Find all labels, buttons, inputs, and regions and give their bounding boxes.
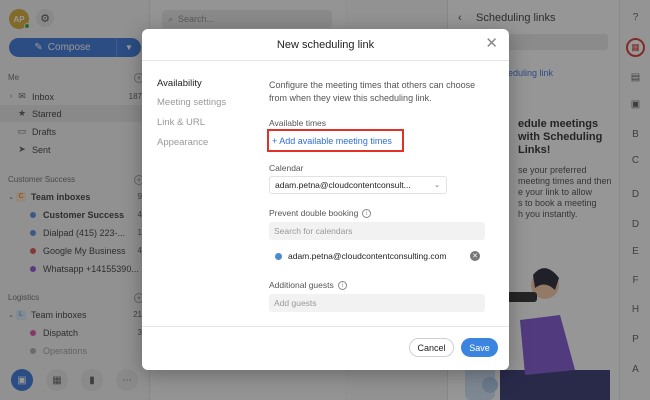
calendar-select[interactable]: adam.petna@cloudcontentconsult... ⌄ bbox=[269, 176, 447, 194]
tab-meeting-settings[interactable]: Meeting settings bbox=[157, 97, 226, 108]
close-icon[interactable]: ✕ bbox=[485, 36, 498, 51]
divider bbox=[142, 326, 509, 327]
tab-availability[interactable]: Availability bbox=[157, 78, 202, 89]
prevent-double-booking-label: Prevent double booking i bbox=[269, 208, 372, 219]
info-icon[interactable]: i bbox=[337, 281, 347, 291]
available-times-label: Available times bbox=[269, 118, 327, 128]
calendar-color-dot bbox=[275, 252, 282, 260]
add-guests-input[interactable]: Add guests bbox=[269, 294, 485, 312]
chevron-down-icon: ⌄ bbox=[434, 182, 440, 189]
selected-calendar-chip: adam.petna@cloudcontentconsulting.com ✕ bbox=[275, 251, 485, 261]
dialog-title: New scheduling link bbox=[276, 39, 375, 51]
tab-appearance[interactable]: Appearance bbox=[157, 137, 208, 148]
additional-guests-label: Additional guests i bbox=[269, 280, 347, 291]
selected-calendar-label: adam.petna@cloudcontentconsulting.com bbox=[288, 251, 447, 261]
calendar-label: Calendar bbox=[269, 163, 304, 173]
add-available-times-link[interactable]: + Add available meeting times bbox=[267, 129, 404, 152]
calendar-value: adam.petna@cloudcontentconsult... bbox=[275, 180, 411, 190]
info-icon[interactable]: i bbox=[362, 209, 372, 219]
remove-icon[interactable]: ✕ bbox=[470, 251, 480, 261]
divider bbox=[142, 60, 509, 61]
tab-link-url[interactable]: Link & URL bbox=[157, 117, 205, 128]
search-calendars-input[interactable]: Search for calendars bbox=[269, 222, 485, 240]
new-scheduling-link-dialog: New scheduling link ✕ Availability Meeti… bbox=[142, 29, 509, 370]
save-button[interactable]: Save bbox=[461, 338, 498, 357]
availability-description: Configure the meeting times that others … bbox=[269, 80, 476, 103]
cancel-button[interactable]: Cancel bbox=[409, 338, 454, 357]
